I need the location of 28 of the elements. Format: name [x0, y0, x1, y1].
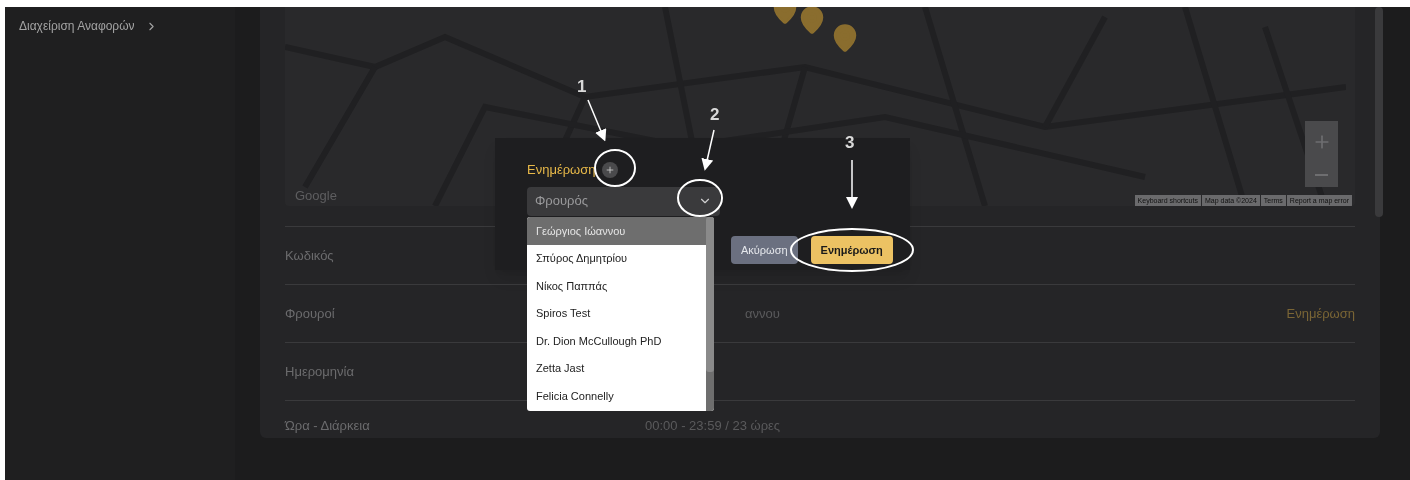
dropdown-option[interactable]: Νίκος Παππάς: [527, 272, 706, 300]
cancel-button[interactable]: Ακύρωση: [731, 236, 798, 264]
add-button[interactable]: [601, 161, 618, 178]
field-label: Φρουροί: [285, 305, 335, 321]
annotation-ellipse: [677, 179, 723, 217]
guard-input[interactable]: Φρουρός: [535, 191, 698, 211]
dropdown-option[interactable]: Γεώργιος Ιώαννου: [527, 217, 706, 245]
dropdown-option[interactable]: Zetta Jast: [527, 354, 706, 382]
annotation-number: 3: [845, 132, 855, 154]
dropdown-option[interactable]: Σπύρος Δημητρίου: [527, 244, 706, 272]
annotation-number: 1: [577, 76, 587, 98]
annotation-arrow: [587, 99, 607, 142]
minus-icon: [1315, 174, 1328, 176]
annotation-number: 2: [710, 104, 720, 126]
dropdown-option[interactable]: Dr. Dion McCullough PhD: [527, 327, 706, 355]
field-label: Ημερομηνία: [285, 363, 354, 379]
dialog-title: Ενημέρωση: [527, 161, 596, 179]
field-label: Κωδικός: [285, 247, 334, 263]
plus-icon: [604, 164, 615, 175]
field-label: Ώρα - Διάρκεια: [285, 418, 370, 433]
dropdown-option[interactable]: Felicia Connelly: [527, 382, 706, 410]
dropdown-option[interactable]: Spiros Test: [527, 299, 706, 327]
annotation-ellipse: [594, 149, 636, 187]
annotation-arrow: [701, 129, 715, 171]
update-button[interactable]: Ενημέρωση: [810, 236, 893, 264]
annotation-arrow: [846, 159, 858, 209]
guard-select[interactable]: Φρουρός: [527, 186, 720, 216]
sidebar-item[interactable]: Διαχείριση Αναφορών: [19, 17, 221, 35]
